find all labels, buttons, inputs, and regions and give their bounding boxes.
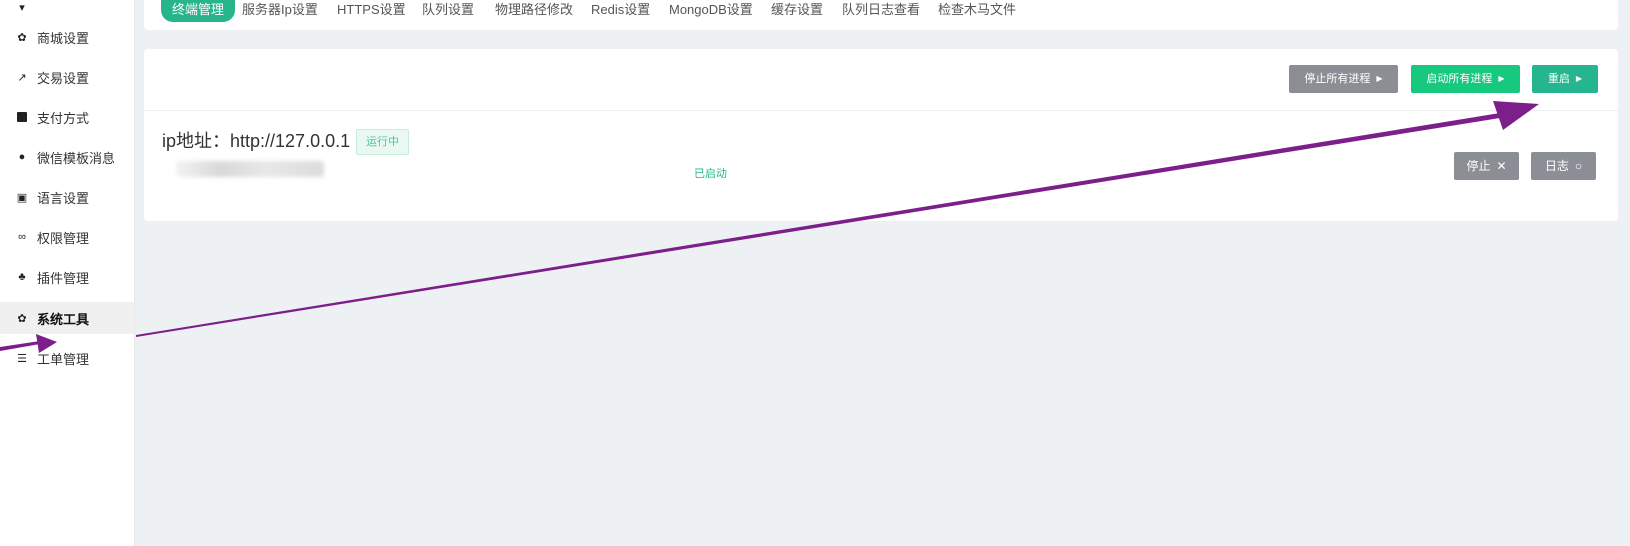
caret-right-icon: ▶ (1575, 74, 1583, 83)
start-all-processes-button[interactable]: 启动所有进程 ▶ (1411, 65, 1520, 93)
tab-mongodb[interactable]: MongoDB设置 (669, 0, 753, 22)
log-button[interactable]: 日志 ○ (1531, 152, 1596, 180)
sidebar-item-label: 系统工具 (37, 311, 90, 327)
running-status-badge: 运行中 (356, 129, 409, 155)
tab-https[interactable]: HTTPS设置 (337, 0, 406, 22)
started-status: 已启动 (694, 168, 727, 180)
sidebar-item-trade-settings[interactable]: ↗ 交易设置 (0, 61, 134, 93)
sidebar-item-label: 支付方式 (37, 110, 90, 126)
close-icon: ✕ (1496, 159, 1507, 173)
sidebar-item-payment[interactable]: 支付方式 (0, 101, 134, 133)
terminal-panel: 停止所有进程 ▶ 启动所有进程 ▶ 重启 ▶ ip地址：http://127.0.0.… (144, 49, 1618, 221)
sidebar-item-label: 工单管理 (37, 351, 90, 367)
facebook-square-icon (17, 112, 27, 122)
restart-button[interactable]: 重启 ▶ (1532, 65, 1598, 93)
translate-icon: ▣ (16, 191, 28, 204)
caret-right-icon: ▶ (1498, 74, 1505, 83)
puzzle-icon: ♣ (18, 271, 26, 283)
button-label: 日志 (1544, 159, 1569, 173)
wechat-icon: ● (18, 151, 26, 163)
glasses-icon: ∞ (18, 231, 26, 243)
stop-button[interactable]: 停止 ✕ (1454, 152, 1519, 180)
sidebar-item-mall-settings[interactable]: ✿ 商城设置 (0, 21, 134, 53)
ip-address: ip地址：http://127.0.0.1 (162, 131, 351, 151)
tab-physical-path[interactable]: 物理路径修改 (495, 0, 573, 22)
sidebar-item-permissions[interactable]: ∞ 权限管理 (0, 221, 134, 253)
stop-all-processes-button[interactable]: 停止所有进程 ▶ (1289, 65, 1398, 93)
tab-cache[interactable]: 缓存设置 (771, 0, 823, 22)
gear-icon: ✿ (17, 31, 27, 44)
sidebar-item-label: 语言设置 (37, 190, 90, 206)
list-icon: ☰ (17, 352, 27, 365)
button-label: 停止所有进程 (1304, 73, 1371, 85)
button-label: 停止 (1466, 159, 1491, 173)
tab-queue-log[interactable]: 队列日志查看 (842, 0, 920, 22)
tab-terminal-management[interactable]: 终端管理 (161, 0, 236, 22)
divider (144, 110, 1618, 111)
sidebar-item-plugins[interactable]: ♣ 插件管理 (0, 261, 134, 293)
sidebar-item-wechat-template[interactable]: ● 微信模板消息 (0, 141, 134, 173)
sidebar: ▾ ✿ 商城设置 ↗ 交易设置 支付方式 ● 微信模板消息 ▣ 语言设置 ∞ 权… (0, 0, 135, 546)
search-icon: ○ (1574, 159, 1583, 173)
partial-icon: ▾ (19, 2, 25, 14)
caret-right-icon: ▶ (1376, 74, 1383, 83)
sidebar-item-label: 交易设置 (37, 70, 90, 86)
redacted-text (176, 161, 324, 177)
sidebar-item-label: 权限管理 (37, 230, 90, 246)
tabs-bar: 终端管理 服务器Ip设置 HTTPS设置 队列设置 物理路径修改 Redis设置… (144, 0, 1618, 30)
gear-icon: ✿ (17, 312, 27, 325)
sidebar-item-partial[interactable]: ▾ (0, 0, 134, 14)
sidebar-item-label: 微信模板消息 (37, 150, 116, 166)
tab-queue[interactable]: 队列设置 (422, 0, 474, 22)
sidebar-item-label: 插件管理 (37, 270, 90, 286)
button-label: 重启 (1547, 73, 1570, 85)
sidebar-item-tickets[interactable]: ☰ 工单管理 (0, 342, 134, 374)
tab-redis[interactable]: Redis设置 (591, 0, 650, 22)
tab-server-ip[interactable]: 服务器Ip设置 (242, 0, 318, 22)
button-label: 启动所有进程 (1426, 73, 1493, 85)
sidebar-item-system-tools[interactable]: ✿ 系统工具 (0, 302, 134, 334)
sidebar-item-label: 商城设置 (37, 30, 90, 46)
tab-trojan-check[interactable]: 检查木马文件 (938, 0, 1016, 22)
exchange-icon: ↗ (17, 71, 27, 84)
sidebar-item-language[interactable]: ▣ 语言设置 (0, 181, 134, 213)
